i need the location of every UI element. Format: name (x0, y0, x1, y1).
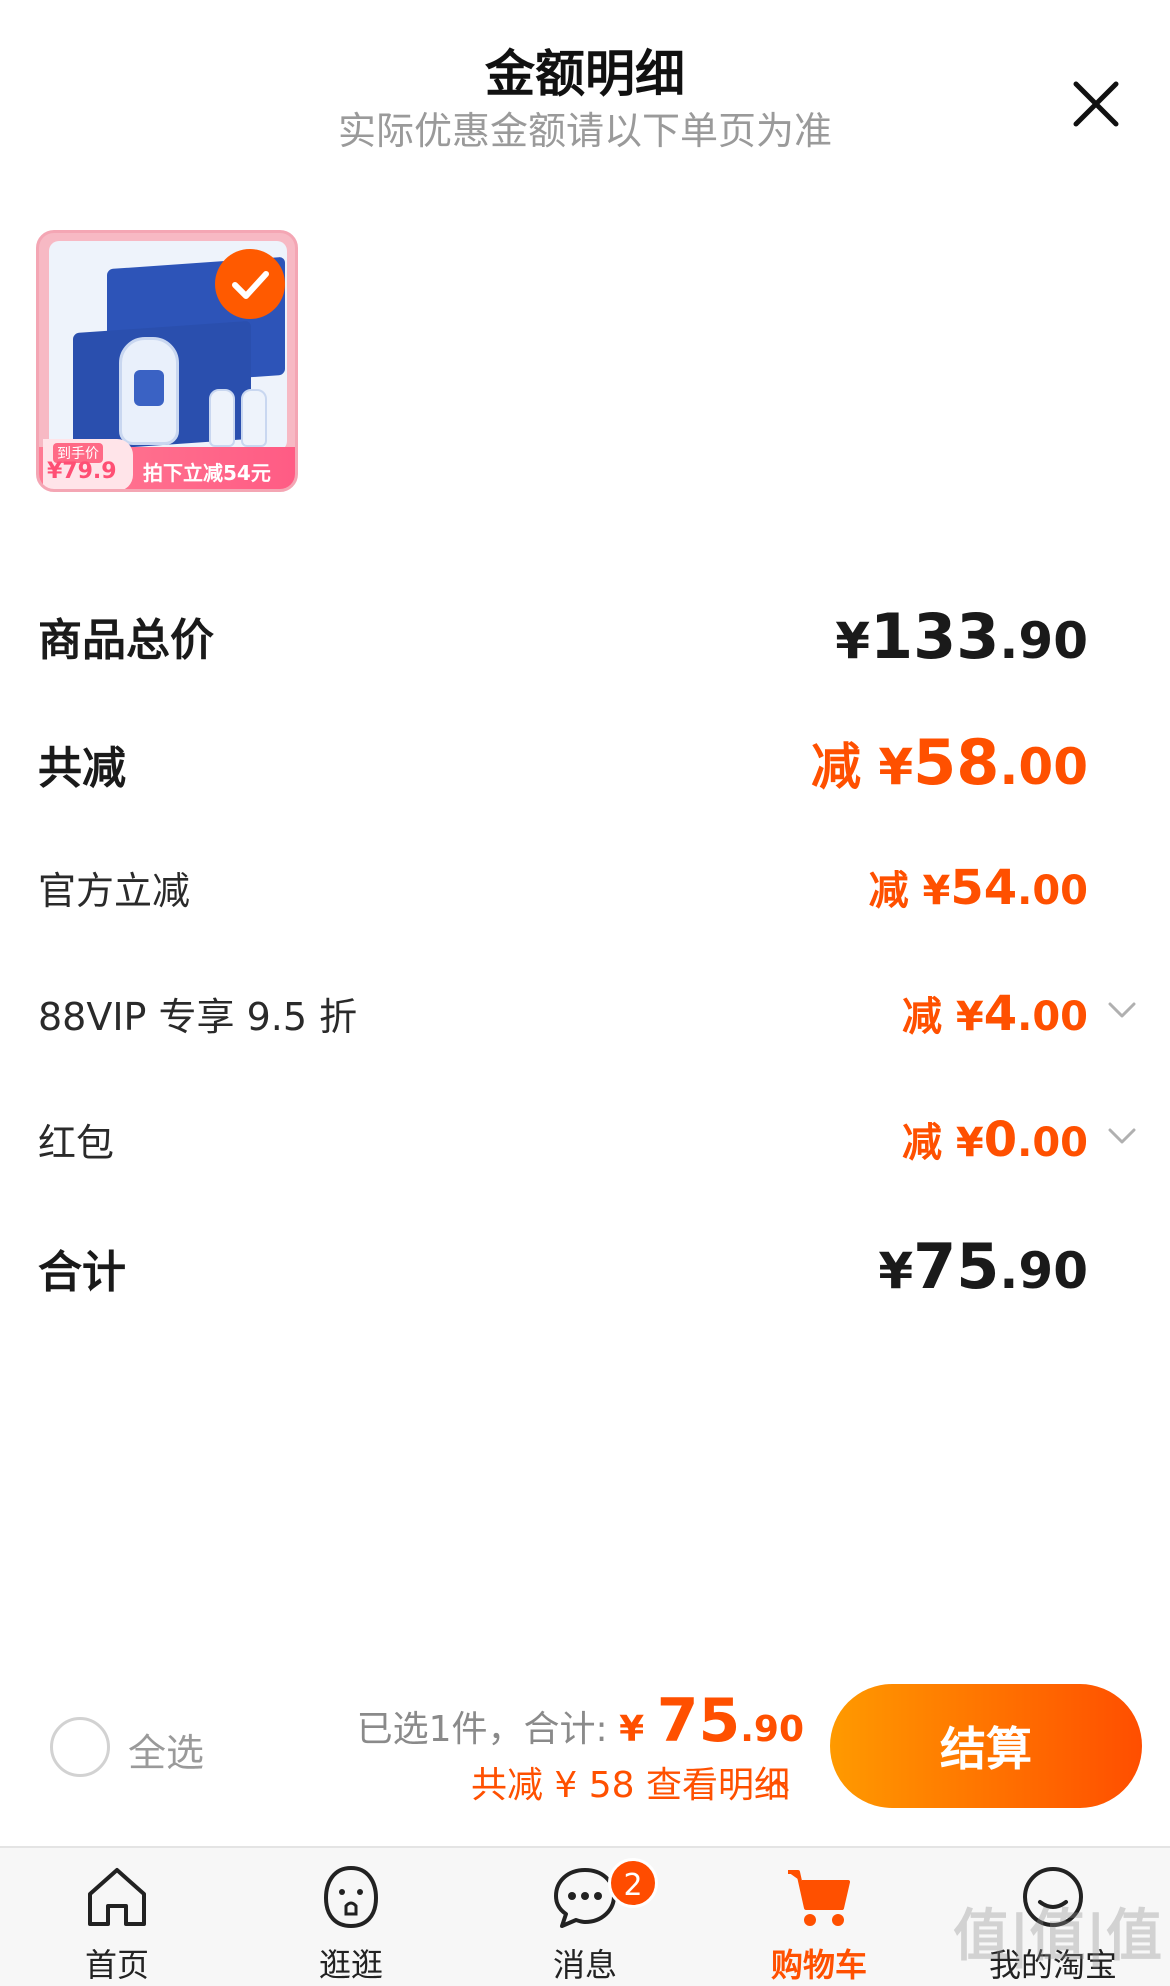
total-discount-label: 共减 (38, 743, 126, 794)
chevron-down-icon[interactable] (1104, 1118, 1140, 1154)
row-red-packet[interactable]: 红包 减 ¥0.00 (0, 1110, 1170, 1170)
page-title: 金额明细 (485, 45, 685, 103)
row-vip-discount[interactable]: 88VIP 专享 9.5 折 减 ¥4.00 (0, 984, 1170, 1044)
goods-total-label: 商品总价 (38, 615, 214, 666)
product-thumbnail[interactable]: 到手价 ¥79.9 拍下立减54元 (36, 230, 298, 492)
cart-icon (788, 1870, 850, 1926)
close-icon[interactable] (1062, 70, 1130, 138)
tab-home-label: 首页 (84, 1946, 149, 1984)
vip-discount-label: 88VIP 专享 9.5 折 (38, 995, 358, 1039)
product-mini-bottle (209, 389, 235, 447)
red-packet-label: 红包 (38, 1121, 115, 1165)
product-mini-bottle (241, 389, 267, 447)
tab-cart[interactable]: 购物车 (702, 1848, 936, 1986)
row-official-discount: 官方立减 减 ¥54.00 (0, 858, 1170, 918)
select-all-radio[interactable] (50, 1717, 110, 1777)
grand-total-label: 合计 (38, 1247, 126, 1298)
tab-home[interactable]: 首页 (0, 1848, 234, 1986)
tab-messages-label: 消息 (552, 1946, 617, 1984)
select-all-label[interactable]: 全选 (128, 1722, 204, 1777)
row-goods-total: 商品总价 ¥133.90 (0, 600, 1170, 673)
home-icon (88, 1868, 146, 1926)
sheet-header: 金额明细 实际优惠金额请以下单页为准 (0, 0, 1170, 160)
total-discount-value: 减 ¥58.00 (810, 726, 1088, 799)
bottom-tab-bar: 首页 逛逛 2 消息 购物车 我的淘宝 值|值|值 (0, 1846, 1170, 1986)
goods-total-value: ¥133.90 (835, 600, 1088, 673)
product-price: ¥79.9 (47, 459, 117, 484)
red-packet-value: 减 ¥0.00 (901, 1112, 1088, 1168)
chevron-down-icon[interactable] (1104, 992, 1140, 1028)
tab-cart-label: 购物车 (770, 1946, 867, 1984)
message-badge: 2 (608, 1858, 658, 1908)
row-grand-total: 合计 ¥75.90 (0, 1230, 1170, 1303)
view-details-link[interactable]: 共减 ¥ 58 查看明细 (471, 1756, 790, 1808)
tab-messages[interactable]: 2 消息 (468, 1848, 702, 1986)
grand-total-value: ¥75.90 (878, 1230, 1088, 1303)
page-subtitle: 实际优惠金额请以下单页为准 (337, 109, 832, 153)
watermark: 值|值|值 (953, 1904, 1162, 1969)
official-discount-value: 减 ¥54.00 (868, 860, 1088, 916)
tab-explore-label: 逛逛 (318, 1946, 383, 1984)
chevron-up-icon[interactable] (760, 1770, 794, 1800)
explore-icon (323, 1865, 379, 1929)
product-bottle (119, 337, 179, 445)
row-total-discount: 共减 减 ¥58.00 (0, 726, 1170, 799)
tab-explore[interactable]: 逛逛 (234, 1848, 468, 1986)
vip-discount-value: 减 ¥4.00 (901, 986, 1088, 1042)
selected-check-icon[interactable] (215, 249, 285, 319)
checkout-bar: 全选 已选1件，合计: ¥ 75.90 共减 ¥ 58 查看明细 结算 (0, 1676, 1170, 1846)
official-discount-label: 官方立减 (38, 869, 191, 913)
promo-text: 拍下立减54元 (143, 461, 271, 485)
checkout-button[interactable]: 结算 (830, 1684, 1142, 1808)
selected-summary: 已选1件，合计: ¥ 75.90 (356, 1686, 804, 1756)
